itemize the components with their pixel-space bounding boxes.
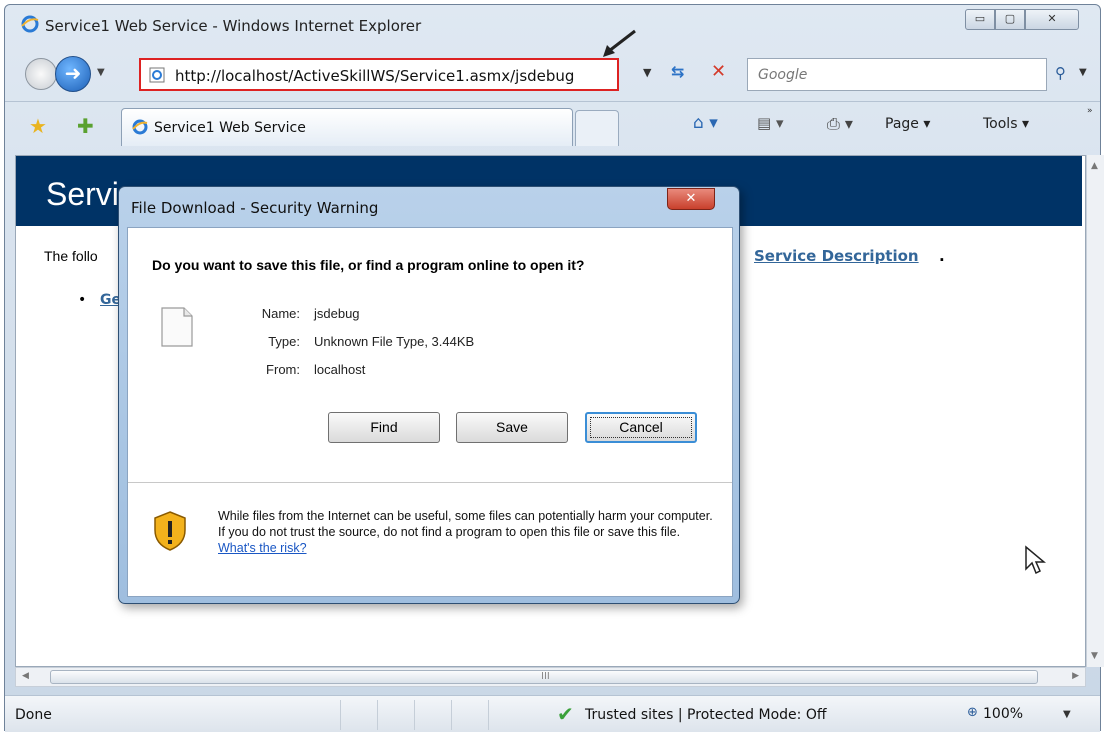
checkmark-icon: ✔ [557,702,574,726]
address-dropdown[interactable]: ▼ [643,66,651,79]
focus-ring [590,417,692,438]
favorites-bar: ★ ✚ Service1 Web Service ⌂ ▾ ▤ ▾ ⎙ ▾ Pag… [5,101,1100,151]
name-label: Name: [261,306,300,321]
whats-the-risk-link[interactable]: What's the risk? [218,541,307,555]
stop-button[interactable]: ✕ [711,61,726,82]
service-description-link[interactable]: Service Description [754,247,919,265]
file-download-dialog: File Download - Security Warning ✕ Do yo… [118,186,740,604]
search-input[interactable]: Google [747,58,1047,91]
search-placeholder: Google [758,67,808,83]
status-text: Done [15,707,52,723]
tab-service1[interactable]: Service1 Web Service [121,108,573,146]
tab-label: Service1 Web Service [154,120,306,136]
name-value: jsdebug [314,306,360,321]
annotation-arrow-icon [603,29,636,57]
scroll-up-icon[interactable]: ▲ [1091,161,1098,171]
dialog-question: Do you want to save this file, or find a… [152,257,585,273]
window-title: Service1 Web Service - Windows Internet … [45,17,422,35]
cancel-button[interactable]: Cancel [585,412,697,443]
navigation-bar: ➜ ▼ http://localhost/ActiveSkillWS/Servi… [5,29,1100,101]
feeds-icon[interactable]: ▤ ▾ [757,114,783,132]
type-label: Type: [268,334,300,349]
scroll-thumb[interactable]: III [50,670,1038,684]
shield-warning-icon [154,511,186,551]
vertical-scrollbar[interactable]: ▲ ▼ [1086,155,1104,667]
status-bar: Done ✔ Trusted sites | Protected Mode: O… [5,695,1100,732]
type-value: Unknown File Type, 3.44KB [314,334,475,349]
add-favorite-icon[interactable]: ✚ [77,114,94,138]
close-window-button[interactable]: ✕ [1025,9,1079,30]
ie-icon [21,15,39,33]
page-icon [149,67,165,83]
dialog-title: File Download - Security Warning [131,199,379,217]
service-description-period: . [939,247,945,265]
address-url[interactable]: http://localhost/ActiveSkillWS/Service1.… [175,67,574,85]
refresh-button[interactable]: ⇆ [671,62,684,81]
maximize-button[interactable]: ▢ [995,9,1025,30]
minimize-button[interactable]: ▭ [965,9,995,30]
dialog-divider [128,482,732,483]
intro-text: The follo [44,248,98,264]
dialog-close-button[interactable]: ✕ [667,188,715,210]
print-icon[interactable]: ⎙ ▾ [827,114,853,134]
mouse-cursor-icon [1025,545,1046,575]
bullet-icon: • [78,292,87,308]
tools-menu[interactable]: Tools ▾ [983,116,1029,132]
security-zone[interactable]: Trusted sites | Protected Mode: Off [585,707,826,723]
home-icon[interactable]: ⌂ ▾ [693,113,718,133]
scroll-grip: III [541,671,550,682]
address-bar[interactable]: http://localhost/ActiveSkillWS/Service1.… [139,58,619,91]
zoom-icon[interactable]: ⊕ [967,705,978,720]
warning-message: While files from the Internet can be use… [218,509,713,539]
zoom-dropdown[interactable]: ▼ [1063,709,1071,720]
scroll-right-icon[interactable]: ▶ [1072,671,1079,681]
title-bar: Service1 Web Service - Windows Internet … [5,5,1100,45]
status-separators [340,700,525,734]
page-title: Servi [46,176,119,212]
chevron-icon[interactable]: » [1087,106,1093,116]
forward-button[interactable]: ➜ [55,56,91,92]
search-icon[interactable]: ⚲ [1055,64,1066,82]
zoom-level[interactable]: 100% [983,706,1023,722]
warning-text: While files from the Internet can be use… [218,508,718,556]
history-dropdown[interactable]: ▼ [97,67,105,78]
horizontal-scrollbar[interactable]: ◀ III ▶ [15,667,1086,687]
scroll-down-icon[interactable]: ▼ [1091,651,1098,661]
find-button[interactable]: Find [328,412,440,443]
ie-icon [132,119,148,135]
new-tab-button[interactable] [575,110,619,146]
favorites-star-icon[interactable]: ★ [29,114,47,138]
back-button[interactable] [25,58,57,90]
dialog-body: Do you want to save this file, or find a… [127,227,733,597]
file-icon [161,307,193,347]
from-label: From: [266,362,300,377]
from-value: localhost [314,362,366,377]
save-button[interactable]: Save [456,412,568,443]
page-menu[interactable]: Page ▾ [885,116,930,132]
scroll-left-icon[interactable]: ◀ [22,671,29,681]
search-options-dropdown[interactable]: ▼ [1079,67,1087,78]
